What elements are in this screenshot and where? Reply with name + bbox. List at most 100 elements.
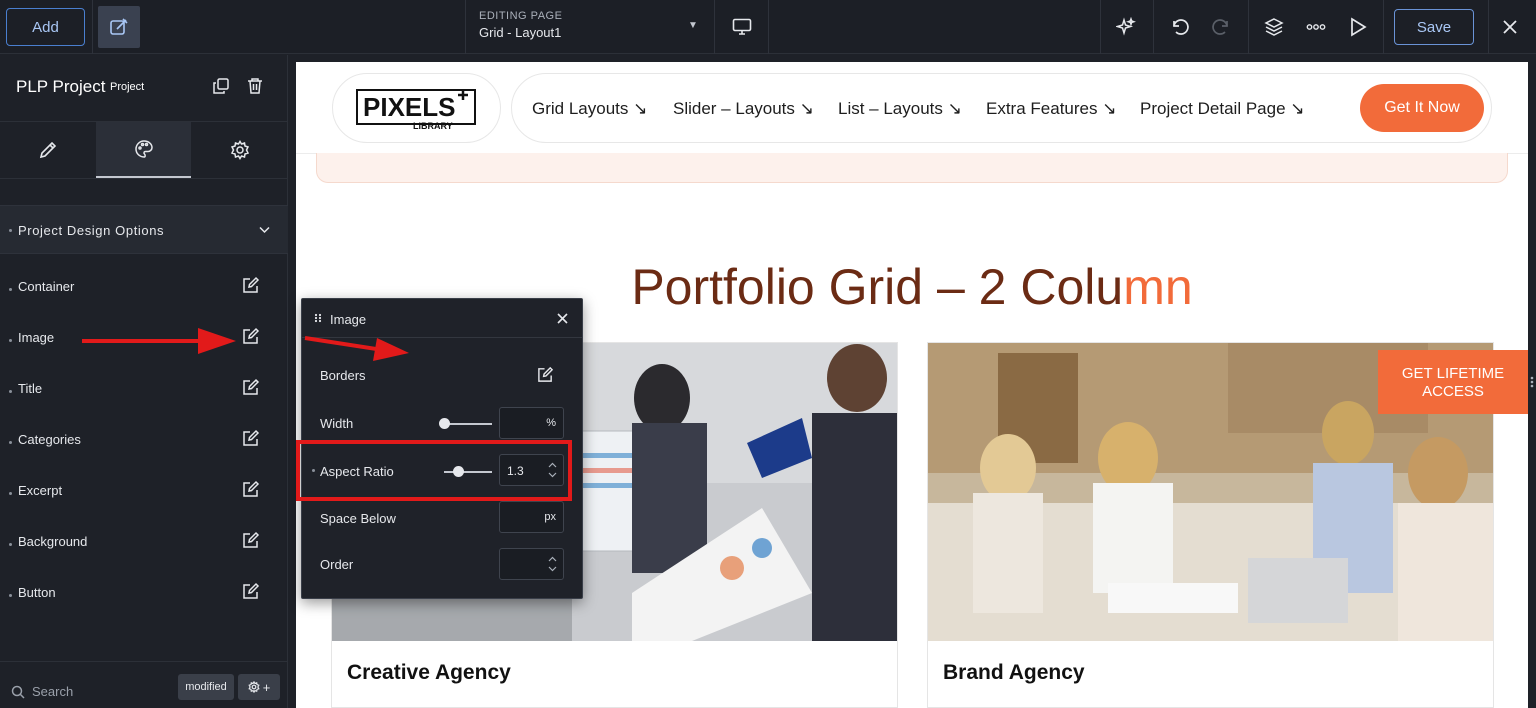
- top-toolbar: Add EDITING PAGE Grid - Layout1 ▼ Save: [0, 0, 1536, 54]
- undo-icon: [1173, 19, 1189, 35]
- aspect-ratio-highlight-box: [296, 440, 572, 501]
- bullet-dot: [9, 390, 12, 393]
- vertical-dots-icon: [1530, 376, 1534, 388]
- edit-icon[interactable]: [242, 480, 260, 498]
- undo-button[interactable]: [1168, 15, 1192, 39]
- more-options-button[interactable]: [1304, 15, 1328, 39]
- drag-handle-icon[interactable]: [314, 313, 322, 323]
- left-sidebar: PLP Project Project Project Design Optio…: [0, 55, 288, 708]
- page-selector[interactable]: EDITING PAGE Grid - Layout1: [479, 10, 562, 40]
- edit-icon[interactable]: [242, 378, 260, 396]
- project-title: PLP Project: [16, 77, 106, 96]
- editing-page-label: EDITING PAGE: [479, 10, 563, 22]
- tab-settings[interactable]: [192, 122, 287, 178]
- stepper-icon[interactable]: [548, 555, 557, 573]
- width-label: Width: [320, 416, 354, 431]
- modified-filter-button[interactable]: modified: [178, 674, 234, 700]
- order-label: Order: [320, 557, 354, 572]
- width-input[interactable]: %: [499, 407, 564, 439]
- redo-button[interactable]: [1209, 15, 1233, 39]
- bullet-dot: [9, 543, 12, 546]
- palette-icon: [134, 140, 153, 158]
- announcement-strip: [316, 153, 1508, 183]
- nav-extra-features[interactable]: Extra Features ↘: [986, 99, 1116, 119]
- settings-add-button[interactable]: +: [238, 674, 280, 700]
- pencil-icon: [39, 141, 56, 159]
- lifetime-access-button[interactable]: GET LIFETIME ACCESS: [1378, 350, 1528, 414]
- layers-button[interactable]: [1262, 15, 1286, 39]
- edit-icon[interactable]: [242, 429, 260, 447]
- edit-icon[interactable]: [242, 582, 260, 600]
- option-excerpt[interactable]: Excerpt: [0, 469, 288, 520]
- space-below-unit: px: [544, 511, 556, 523]
- add-button[interactable]: Add: [6, 8, 85, 46]
- width-unit: %: [546, 417, 556, 429]
- chevron-down-icon: [259, 226, 270, 234]
- search-input[interactable]: Search: [32, 684, 73, 699]
- option-label: Container: [18, 279, 75, 294]
- search-icon: [11, 685, 25, 699]
- width-slider-knob[interactable]: [439, 418, 450, 429]
- duplicate-icon: [213, 78, 229, 94]
- order-input[interactable]: [499, 548, 564, 580]
- option-label: Background: [18, 534, 88, 549]
- ai-sparkle-button[interactable]: [1114, 15, 1138, 39]
- layers-icon: [1264, 18, 1284, 36]
- sidebar-footer: Search modified +: [0, 661, 288, 708]
- heading-main: Portfolio Grid – 2 Colu: [631, 259, 1124, 315]
- dropdown-caret-icon[interactable]: ▼: [688, 20, 698, 31]
- edit-icon[interactable]: [242, 327, 260, 345]
- nav-list-layouts[interactable]: List – Layouts ↘: [838, 99, 962, 119]
- tab-design[interactable]: [96, 122, 191, 178]
- project-design-options-header[interactable]: Project Design Options: [0, 205, 288, 254]
- sidebar-tabs: [0, 121, 288, 179]
- save-button[interactable]: Save: [1394, 9, 1474, 45]
- section-title: Project Design Options: [18, 223, 165, 238]
- option-categories[interactable]: Categories: [0, 418, 288, 469]
- edit-borders-icon[interactable]: [537, 366, 554, 383]
- edit-icon: [110, 18, 128, 35]
- bullet-dot: [9, 492, 12, 495]
- option-background[interactable]: Background: [0, 520, 288, 571]
- space-below-input[interactable]: px: [499, 501, 564, 533]
- nav-grid-layouts[interactable]: Grid Layouts ↘: [532, 99, 647, 119]
- delete-button[interactable]: [246, 77, 264, 100]
- edit-icon[interactable]: [242, 276, 260, 294]
- option-button[interactable]: Button: [0, 571, 288, 622]
- option-container[interactable]: Container: [0, 265, 288, 316]
- edit-icon[interactable]: [242, 531, 260, 549]
- option-label: Excerpt: [18, 483, 63, 498]
- logo-text: PIXELS: [363, 92, 455, 122]
- nav-project-detail[interactable]: Project Detail Page ↘: [1140, 99, 1305, 119]
- option-title[interactable]: Title: [0, 367, 288, 418]
- get-it-now-button[interactable]: Get It Now: [1360, 84, 1484, 132]
- option-label: Categories: [18, 432, 81, 447]
- page-name: Grid - Layout1: [479, 25, 562, 40]
- monitor-icon: [732, 18, 752, 35]
- option-label: Title: [18, 381, 43, 396]
- gear-icon: [248, 681, 260, 693]
- bullet-dot: [9, 229, 12, 232]
- sparkle-icon: [1116, 17, 1136, 36]
- close-icon[interactable]: [557, 313, 568, 324]
- card-title[interactable]: Creative Agency: [347, 661, 511, 685]
- heading-accent: mn: [1123, 259, 1193, 315]
- pixels-library-logo: PIXELS LIBRARY: [356, 89, 476, 131]
- nav-slider-layouts[interactable]: Slider – Layouts ↘: [673, 99, 814, 119]
- space-below-label: Space Below: [320, 511, 396, 526]
- gear-icon: [230, 140, 249, 160]
- more-dots-icon: [1306, 24, 1326, 30]
- annotation-arrow-icon: [82, 328, 236, 354]
- site-logo[interactable]: PIXELS LIBRARY: [332, 73, 501, 143]
- duplicate-button[interactable]: [212, 77, 230, 100]
- borders-label: Borders: [320, 368, 366, 383]
- desktop-view-button[interactable]: [730, 15, 754, 39]
- resize-handle[interactable]: [1528, 370, 1536, 394]
- edit-mode-button[interactable]: [98, 6, 140, 48]
- option-label: Image: [18, 330, 55, 345]
- preview-button[interactable]: [1346, 15, 1370, 39]
- card-title[interactable]: Brand Agency: [943, 661, 1085, 685]
- trash-icon: [248, 78, 262, 94]
- close-editor-button[interactable]: [1498, 15, 1522, 39]
- tab-content[interactable]: [0, 122, 95, 178]
